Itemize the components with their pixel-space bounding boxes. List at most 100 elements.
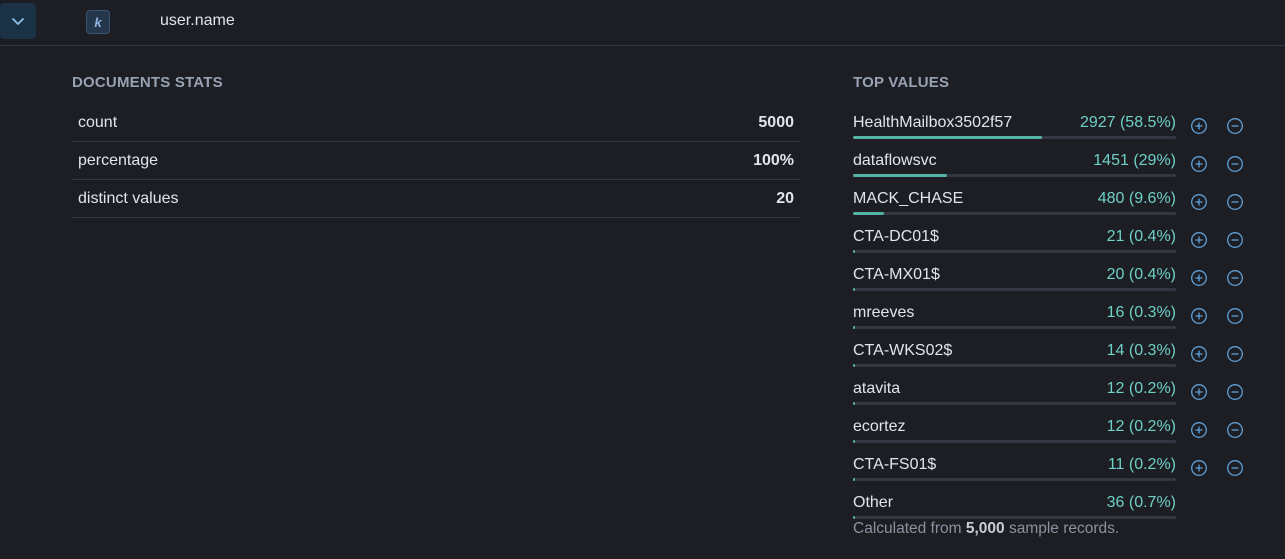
stats-label: distinct values <box>78 189 179 207</box>
top-value-count: 16 (0.3%) <box>1106 304 1176 321</box>
plus-circle-icon <box>1191 308 1207 324</box>
top-value-name: HealthMailbox3502f57 <box>853 114 1013 131</box>
top-value-row: ecortez 12 (0.2%) <box>853 409 1253 447</box>
top-value-bar-track <box>853 212 1176 215</box>
top-value-name: CTA-FS01$ <box>853 456 937 473</box>
collapse-toggle-button[interactable] <box>0 3 36 39</box>
filter-out-button[interactable] <box>1226 459 1244 477</box>
minus-circle-icon <box>1227 156 1243 172</box>
filter-in-button[interactable] <box>1190 117 1208 135</box>
filter-in-button[interactable] <box>1190 231 1208 249</box>
top-value-name: mreeves <box>853 304 915 321</box>
filter-in-button[interactable] <box>1190 345 1208 363</box>
minus-circle-icon <box>1227 118 1243 134</box>
minus-circle-icon <box>1227 270 1243 286</box>
top-value-row: dataflowsvc 1451 (29%) <box>853 143 1253 181</box>
filter-out-button[interactable] <box>1226 383 1244 401</box>
filter-out-button[interactable] <box>1226 269 1244 287</box>
stats-label: count <box>78 113 118 131</box>
top-value-row: mreeves 16 (0.3%) <box>853 295 1253 333</box>
top-value-bar-track <box>853 440 1176 443</box>
minus-circle-icon <box>1227 346 1243 362</box>
stats-row: distinct values 20 <box>72 180 800 218</box>
sample-footnote: Calculated from 5,000 sample records. <box>853 520 1119 538</box>
filter-out-button[interactable] <box>1226 231 1244 249</box>
top-value-count: 2927 (58.5%) <box>1079 114 1176 131</box>
footnote-prefix: Calculated from <box>853 520 966 537</box>
top-value-name: CTA-DC01$ <box>853 228 939 245</box>
filter-in-button[interactable] <box>1190 269 1208 287</box>
top-value-count: 1451 (29%) <box>1093 152 1176 169</box>
top-value-row: MACK_CHASE 480 (9.6%) <box>853 181 1253 219</box>
top-value-count: 21 (0.4%) <box>1106 228 1176 245</box>
plus-circle-icon <box>1191 194 1207 210</box>
top-value-row: CTA-WKS02$ 14 (0.3%) <box>853 333 1253 371</box>
field-header: k user.name <box>0 0 1285 46</box>
top-value-count: 11 (0.2%) <box>1107 456 1176 473</box>
plus-circle-icon <box>1191 156 1207 172</box>
footnote-sample-size: 5,000 <box>965 520 1005 537</box>
filter-in-button[interactable] <box>1190 421 1208 439</box>
filter-out-button[interactable] <box>1226 345 1244 363</box>
top-value-bar-fill <box>853 440 855 443</box>
top-value-bar-track <box>853 288 1176 291</box>
filter-out-button[interactable] <box>1226 193 1244 211</box>
top-value-name: Other <box>853 494 894 511</box>
top-value-bar-fill <box>853 402 855 405</box>
top-value-bar-track <box>853 516 1176 519</box>
top-values-title: TOP VALUES <box>853 74 950 91</box>
top-value-bar-fill <box>853 174 947 177</box>
top-value-name: CTA-WKS02$ <box>853 342 953 359</box>
plus-circle-icon <box>1191 422 1207 438</box>
top-value-bar-track <box>853 478 1176 481</box>
stats-row: percentage 100% <box>72 142 800 180</box>
top-value-bar-fill <box>853 288 855 291</box>
top-value-bar-fill <box>853 478 855 481</box>
top-value-name: CTA-MX01$ <box>853 266 940 283</box>
minus-circle-icon <box>1227 460 1243 476</box>
top-value-bar-track <box>853 250 1176 253</box>
top-value-count: 36 (0.7%) <box>1106 494 1176 511</box>
top-value-bar-fill <box>853 326 855 329</box>
plus-circle-icon <box>1191 460 1207 476</box>
plus-circle-icon <box>1191 384 1207 400</box>
filter-in-button[interactable] <box>1190 193 1208 211</box>
top-value-row: atavita 12 (0.2%) <box>853 371 1253 409</box>
documents-stats-table: count 5000 percentage 100% distinct values 20 <box>72 104 800 218</box>
stats-value: 100% <box>753 151 794 169</box>
filter-out-button[interactable] <box>1226 155 1244 173</box>
top-value-row: CTA-DC01$ 21 (0.4%) <box>853 219 1253 257</box>
top-value-count: 480 (9.6%) <box>1097 190 1176 207</box>
top-value-name: dataflowsvc <box>853 152 937 169</box>
filter-in-button[interactable] <box>1190 307 1208 325</box>
top-value-count: 12 (0.2%) <box>1106 380 1176 397</box>
top-value-bar-track <box>853 402 1176 405</box>
filter-in-button[interactable] <box>1190 155 1208 173</box>
top-value-bar-fill <box>853 516 856 519</box>
filter-out-button[interactable] <box>1226 421 1244 439</box>
top-value-bar-fill <box>853 364 855 367</box>
top-value-count: 12 (0.2%) <box>1106 418 1176 435</box>
top-value-name: MACK_CHASE <box>853 190 964 207</box>
plus-circle-icon <box>1191 270 1207 286</box>
filter-in-button[interactable] <box>1190 459 1208 477</box>
top-value-bar-fill <box>853 212 884 215</box>
top-value-name: ecortez <box>853 418 906 435</box>
top-value-row: CTA-MX01$ 20 (0.4%) <box>853 257 1253 295</box>
filter-out-button[interactable] <box>1226 117 1244 135</box>
top-value-bar-track <box>853 174 1176 177</box>
stats-label: percentage <box>78 151 159 169</box>
top-value-count: 20 (0.4%) <box>1106 266 1176 283</box>
top-value-bar-fill <box>853 136 1042 139</box>
keyword-field-type-icon: k <box>86 10 110 34</box>
minus-circle-icon <box>1227 308 1243 324</box>
top-value-bar-track <box>853 136 1176 139</box>
stats-value: 20 <box>776 189 794 207</box>
plus-circle-icon <box>1191 232 1207 248</box>
plus-circle-icon <box>1191 118 1207 134</box>
filter-in-button[interactable] <box>1190 383 1208 401</box>
top-value-bar-fill <box>853 250 855 253</box>
top-value-row: Other 36 (0.7%) <box>853 485 1253 523</box>
top-value-count: 14 (0.3%) <box>1106 342 1176 359</box>
filter-out-button[interactable] <box>1226 307 1244 325</box>
